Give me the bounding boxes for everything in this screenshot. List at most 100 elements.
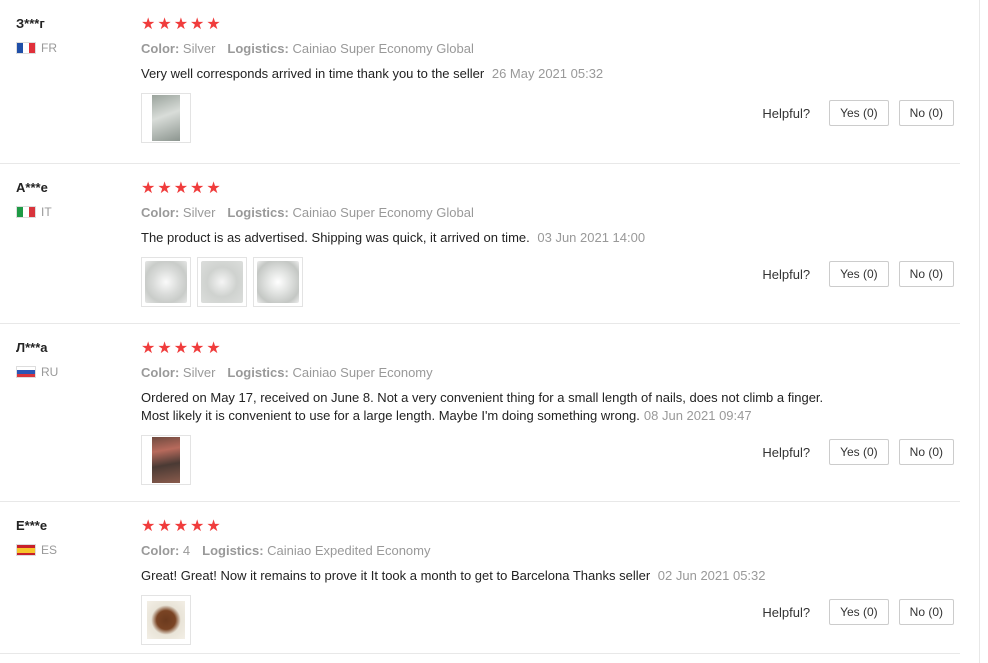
review-text: Great! Great! Now it remains to prove it…	[141, 567, 960, 585]
star-rating: ★ ★ ★ ★ ★	[141, 179, 960, 199]
review-item: E***e ES ★ ★ ★ ★ ★ Color: 4 Logistics: Ca…	[0, 502, 960, 654]
helpful-no-button[interactable]: No (0)	[898, 100, 954, 126]
reviewer: E***e ES	[16, 519, 57, 557]
review-attributes: Color: Silver Logistics: Cainiao Super Ec…	[141, 205, 960, 221]
logistics-value: Cainiao Super Economy Global	[292, 205, 474, 220]
reviewer: Л***а RU	[16, 341, 58, 379]
star-icon: ★	[157, 518, 172, 535]
logistics-label: Logistics:	[227, 205, 289, 220]
reviewer-name: A***e	[16, 180, 48, 195]
helpful-vote: Helpful? Yes (0) No (0)	[762, 439, 954, 465]
country-code: RU	[41, 365, 59, 379]
review-date: 26 May 2021 05:32	[491, 66, 604, 81]
reviewer-name: E***e	[16, 518, 48, 533]
reviewer-name: Л***а	[16, 340, 48, 355]
review-content: Very well corresponds arrived in time th…	[141, 66, 485, 81]
review-content: Great! Great! Now it remains to prove it…	[141, 568, 651, 583]
review-body: ★ ★ ★ ★ ★ Color: 4 Logistics: Cainiao Exp…	[141, 517, 960, 645]
star-icon: ★	[157, 180, 172, 197]
star-icon: ★	[173, 340, 189, 357]
helpful-vote: Helpful? Yes (0) No (0)	[762, 599, 954, 625]
logistics-label: Logistics:	[202, 543, 264, 558]
review-body: ★ ★ ★ ★ ★ Color: Silver Logistics: Cainia…	[141, 179, 960, 307]
color-label: Color:	[141, 365, 180, 380]
review-photo[interactable]	[253, 257, 303, 307]
star-icon: ★	[157, 16, 172, 33]
star-icon: ★	[190, 180, 205, 197]
review-list: З***г FR ★ ★ ★ ★ ★ Color: Silver Logistic…	[0, 0, 960, 654]
star-icon: ★	[141, 180, 156, 197]
color-label: Color:	[141, 205, 180, 220]
star-icon: ★	[141, 340, 156, 357]
review-attributes: Color: Silver Logistics: Cainiao Super Ec…	[141, 41, 960, 57]
review-photo[interactable]	[141, 435, 191, 485]
star-icon: ★	[190, 518, 205, 535]
star-icon: ★	[206, 180, 221, 197]
country-code: ES	[41, 543, 58, 557]
review-photo[interactable]	[141, 257, 191, 307]
reviewer-country: RU	[16, 365, 58, 379]
flag-fr-icon	[16, 42, 36, 54]
star-icon: ★	[190, 16, 205, 33]
helpful-yes-button[interactable]: Yes (0)	[829, 599, 889, 625]
country-code: IT	[41, 205, 52, 219]
star-icon: ★	[206, 340, 221, 357]
helpful-label: Helpful?	[762, 444, 811, 460]
helpful-label: Helpful?	[762, 604, 811, 620]
reviewer-country: ES	[16, 543, 57, 557]
color-value: 4	[182, 543, 191, 558]
star-icon: ★	[173, 180, 189, 197]
star-icon: ★	[173, 518, 189, 535]
photo-image	[257, 261, 299, 303]
photo-image	[152, 437, 180, 483]
reviewer-name: З***г	[16, 16, 45, 31]
flag-es-icon	[16, 544, 36, 556]
review-content: The product is as advertised. Shipping w…	[141, 230, 530, 245]
review-date: 02 Jun 2021 05:32	[657, 568, 766, 583]
helpful-yes-button[interactable]: Yes (0)	[829, 261, 889, 287]
logistics-value: Cainiao Super Economy Global	[292, 41, 474, 56]
review-photo[interactable]	[141, 595, 191, 645]
logistics-value: Cainiao Expedited Economy	[267, 543, 431, 558]
star-icon: ★	[157, 340, 172, 357]
flag-it-icon	[16, 206, 36, 218]
helpful-vote: Helpful? Yes (0) No (0)	[762, 100, 954, 126]
helpful-label: Helpful?	[762, 266, 811, 282]
color-label: Color:	[141, 543, 180, 558]
logistics-label: Logistics:	[227, 365, 289, 380]
helpful-yes-button[interactable]: Yes (0)	[829, 100, 889, 126]
photo-image	[145, 261, 187, 303]
review-content-line1: Ordered on May 17, received on June 8. N…	[141, 390, 824, 405]
review-attributes: Color: 4 Logistics: Cainiao Expedited Eco…	[141, 543, 960, 559]
review-attributes: Color: Silver Logistics: Cainiao Super Ec…	[141, 365, 960, 381]
color-label: Color:	[141, 41, 180, 56]
review-date: 03 Jun 2021 14:00	[537, 230, 646, 245]
helpful-no-button[interactable]: No (0)	[898, 261, 954, 287]
photo-image	[201, 261, 243, 303]
logistics-value: Cainiao Super Economy	[292, 365, 433, 380]
flag-ru-icon	[16, 366, 36, 378]
review-photo[interactable]	[197, 257, 247, 307]
helpful-no-button[interactable]: No (0)	[898, 599, 954, 625]
star-icon: ★	[141, 518, 156, 535]
reviewer-country: IT	[16, 205, 52, 219]
color-value: Silver	[182, 365, 216, 380]
review-photo[interactable]	[141, 93, 191, 143]
color-value: Silver	[182, 41, 216, 56]
reviewer: A***e IT	[16, 181, 52, 219]
country-code: FR	[41, 41, 57, 55]
review-text: The product is as advertised. Shipping w…	[141, 229, 960, 247]
helpful-no-button[interactable]: No (0)	[898, 439, 954, 465]
star-rating: ★ ★ ★ ★ ★	[141, 15, 960, 35]
review-content-line2: Most likely it is convenient to use for …	[141, 408, 640, 423]
helpful-yes-button[interactable]: Yes (0)	[829, 439, 889, 465]
reviewer: З***г FR	[16, 17, 57, 55]
photo-image	[147, 601, 185, 639]
helpful-label: Helpful?	[762, 105, 811, 121]
logistics-label: Logistics:	[227, 41, 289, 56]
review-item: Л***а RU ★ ★ ★ ★ ★ Color: Silver Logistic…	[0, 324, 960, 502]
reviewer-country: FR	[16, 41, 57, 55]
star-icon: ★	[206, 16, 221, 33]
star-icon: ★	[190, 340, 205, 357]
star-rating: ★ ★ ★ ★ ★	[141, 339, 960, 359]
